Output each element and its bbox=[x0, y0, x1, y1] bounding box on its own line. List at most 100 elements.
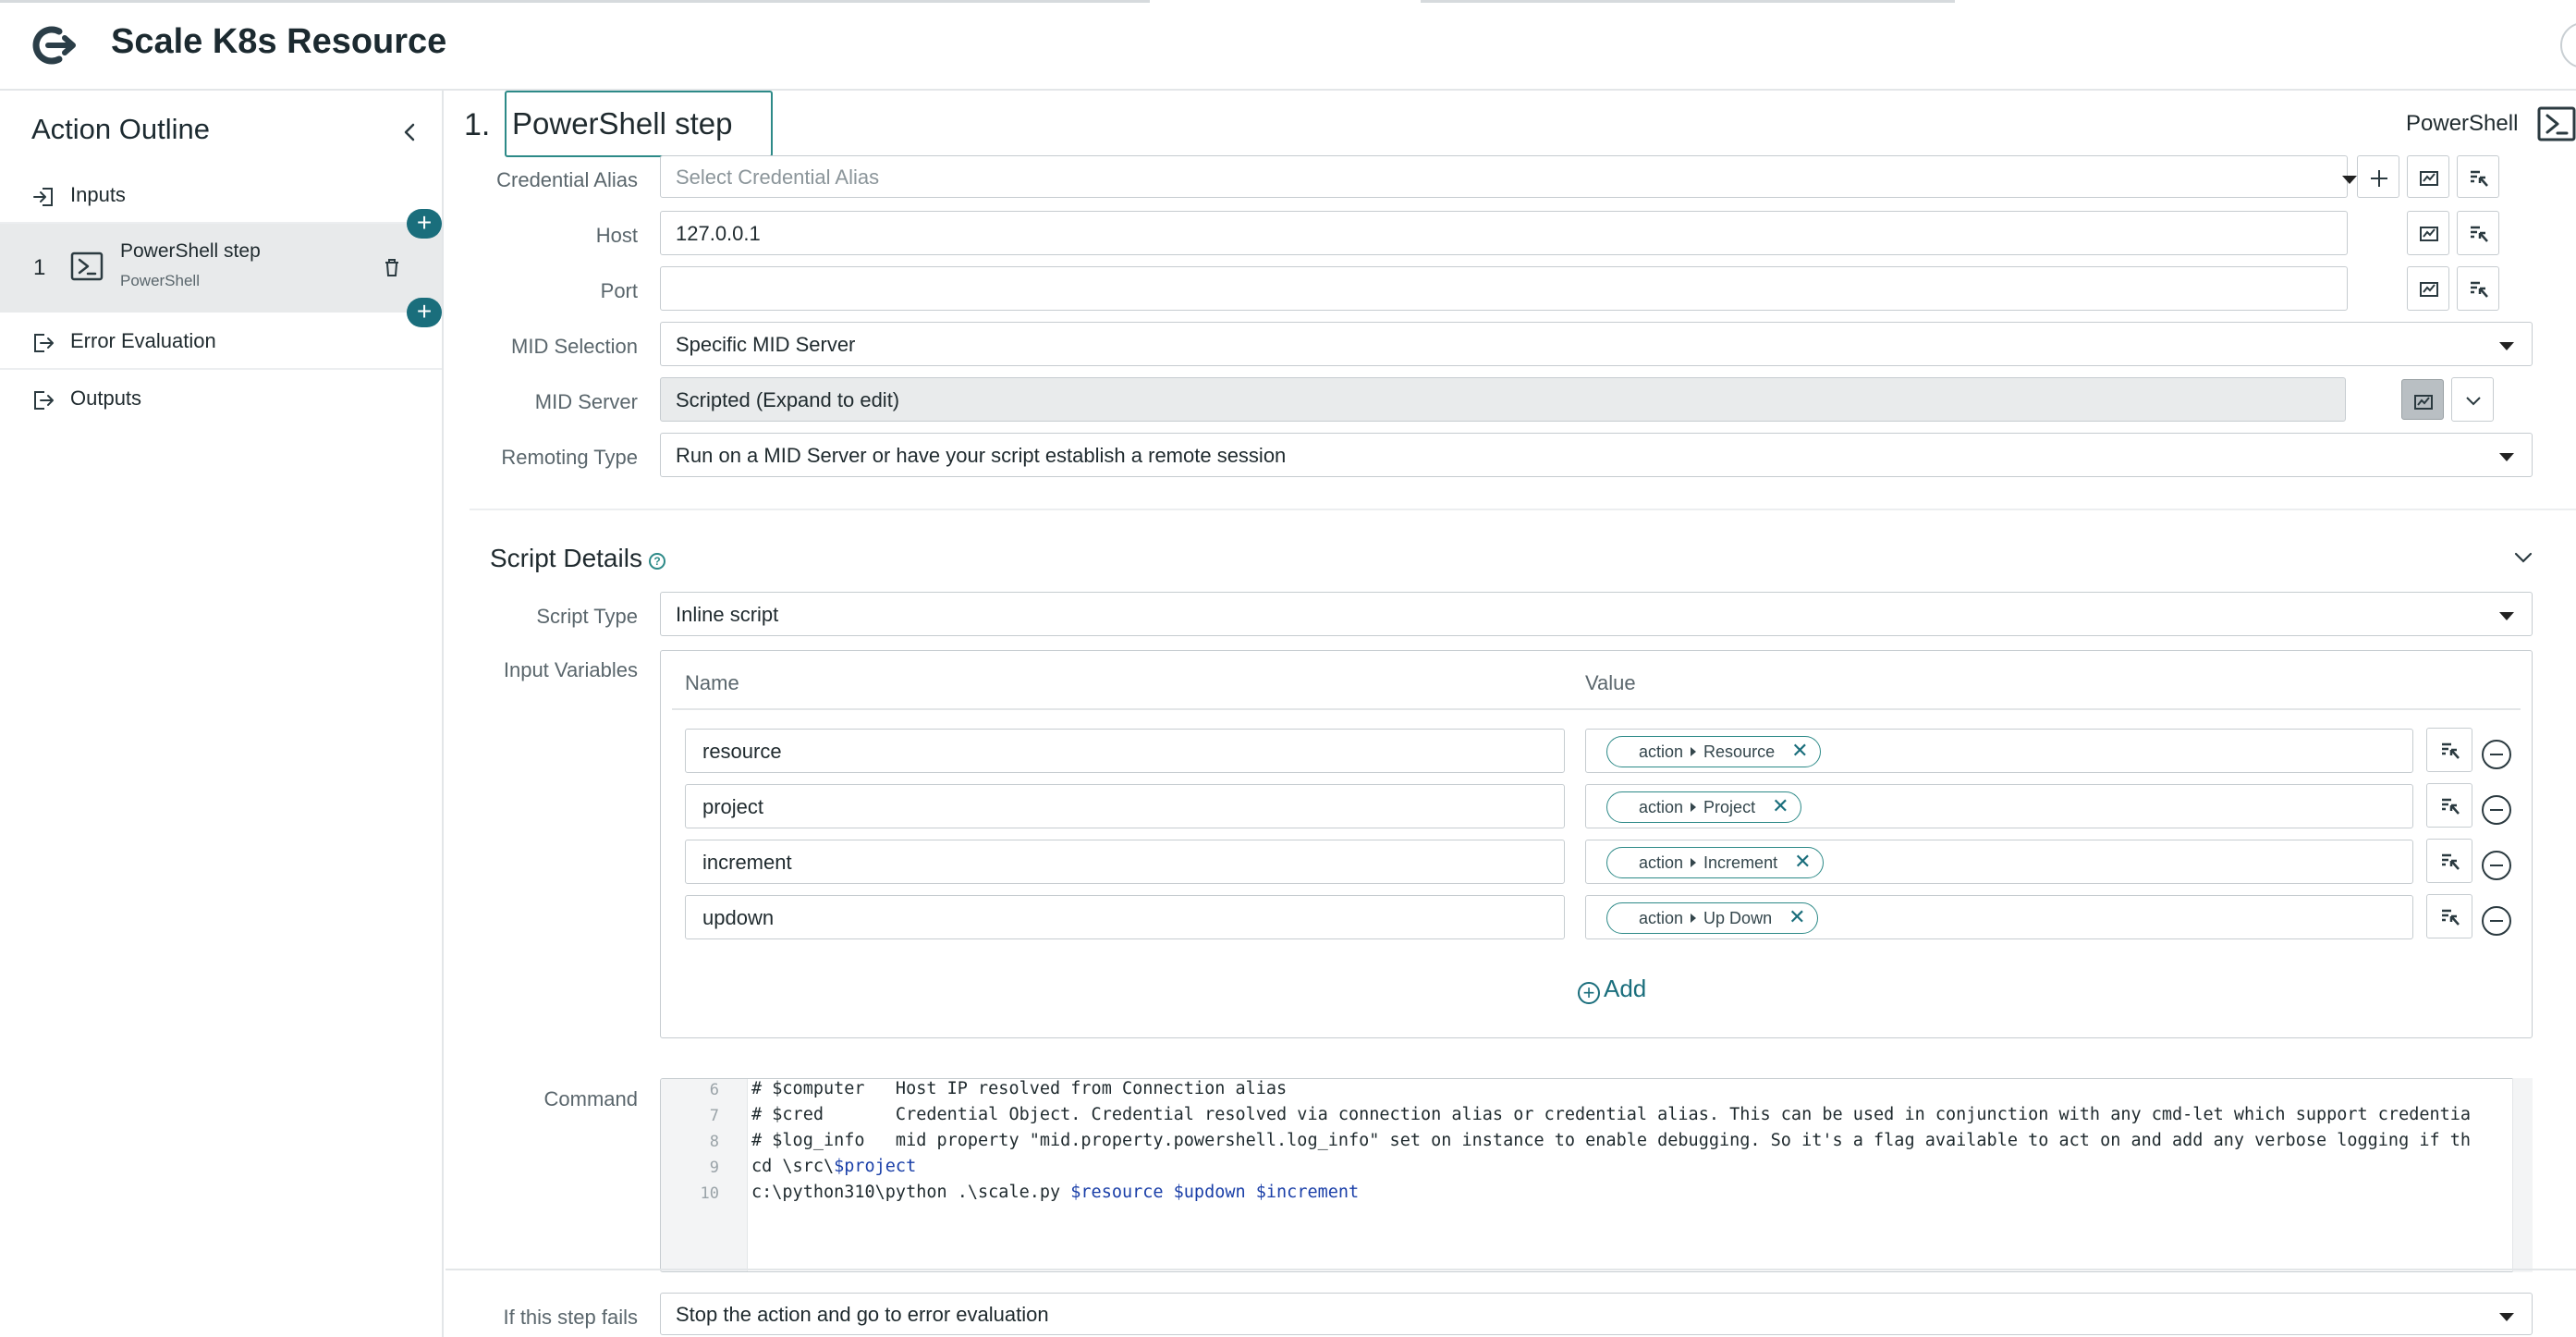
pill-field: Resource bbox=[1703, 742, 1776, 761]
remoting-type-select[interactable]: Run on a MID Server or have your script … bbox=[660, 433, 2533, 477]
pill-source: action bbox=[1639, 798, 1684, 816]
divider bbox=[470, 509, 2576, 510]
plus-icon bbox=[2371, 170, 2387, 187]
divider bbox=[672, 708, 2521, 710]
command-editor[interactable]: 6 7 8 9 10 # $computer Host IP resolved … bbox=[660, 1078, 2533, 1272]
variable-name-input[interactable]: project bbox=[685, 784, 1565, 828]
remove-variable-button[interactable] bbox=[2482, 740, 2511, 769]
collapse-chevron-icon[interactable] bbox=[396, 118, 423, 146]
remove-variable-button[interactable] bbox=[2482, 851, 2511, 880]
data-pill[interactable]: action Increment ✕ bbox=[1606, 847, 1824, 878]
add-credential-button[interactable] bbox=[2357, 155, 2399, 198]
step-name-input[interactable] bbox=[505, 91, 773, 157]
variable-name-input[interactable]: updown bbox=[685, 895, 1565, 939]
remoting-type-label: Remoting Type bbox=[501, 446, 638, 469]
code-line: c:\python310\python .\scale.py $resource… bbox=[751, 1183, 1359, 1202]
host-input[interactable]: 127.0.0.1 bbox=[660, 211, 2348, 255]
sidebar-heading: Action Outline bbox=[31, 113, 210, 145]
script-toggle-button-active[interactable] bbox=[2401, 379, 2444, 420]
data-pill-picker-button[interactable] bbox=[2457, 155, 2499, 198]
pill-source: action bbox=[1639, 742, 1684, 761]
code-variable: $resource $updown $increment bbox=[1070, 1183, 1360, 1202]
data-pill[interactable]: action Resource ✕ bbox=[1606, 736, 1821, 767]
data-pill-picker-button[interactable] bbox=[2426, 894, 2472, 938]
script-icon bbox=[2420, 227, 2438, 241]
loading-bar-segment bbox=[0, 0, 1150, 3]
trash-icon[interactable] bbox=[383, 257, 401, 277]
caret-right-icon bbox=[1691, 747, 1697, 756]
sidebar-item-label: Error Evaluation bbox=[70, 329, 216, 352]
plus-circle-icon: + bbox=[1578, 982, 1600, 1004]
code-variable: $project bbox=[834, 1157, 917, 1176]
code-line: cd \src\$project bbox=[751, 1157, 916, 1176]
chevron-down-icon bbox=[2342, 176, 2357, 184]
powershell-icon bbox=[70, 251, 104, 281]
close-icon[interactable]: ✕ bbox=[1791, 741, 1808, 761]
data-pill-picker-button[interactable] bbox=[2426, 839, 2472, 883]
input-variables-table: Name Value resource action Resource ✕ proj… bbox=[660, 650, 2533, 1038]
data-picker-icon bbox=[2471, 226, 2488, 242]
data-pill-picker-button[interactable] bbox=[2426, 783, 2472, 828]
close-icon[interactable]: ✕ bbox=[1794, 852, 1811, 872]
sidebar-item-inputs[interactable]: Inputs bbox=[0, 168, 442, 224]
back-logo-icon[interactable] bbox=[31, 26, 76, 65]
script-toggle-button[interactable] bbox=[2407, 266, 2449, 311]
remove-variable-button[interactable] bbox=[2482, 906, 2511, 936]
input-variables-label: Input Variables bbox=[503, 658, 638, 681]
script-type-select[interactable]: Inline script bbox=[660, 592, 2533, 636]
loading-bar-segment bbox=[1421, 0, 1955, 3]
page-title: Scale K8s Resource bbox=[111, 22, 447, 61]
port-input[interactable] bbox=[660, 266, 2348, 311]
data-pill-picker-button[interactable] bbox=[2457, 266, 2499, 311]
data-pill-picker-button[interactable] bbox=[2457, 211, 2499, 255]
data-picker-icon bbox=[2442, 742, 2460, 759]
code-text: cd \src\ bbox=[751, 1157, 835, 1176]
add-step-above-button[interactable]: + bbox=[407, 209, 442, 239]
variable-value-field[interactable]: action Increment ✕ bbox=[1585, 840, 2413, 884]
editor-scrollbar[interactable] bbox=[2512, 1078, 2533, 1272]
pill-source: action bbox=[1639, 909, 1684, 927]
column-header-value: Value bbox=[1585, 671, 1636, 694]
data-pill[interactable]: action Up Down ✕ bbox=[1606, 902, 1818, 934]
mid-selection-label: MID Selection bbox=[511, 335, 638, 358]
close-icon[interactable]: ✕ bbox=[1772, 796, 1789, 816]
expand-script-button[interactable] bbox=[2451, 377, 2494, 422]
sidebar-item-label: Outputs bbox=[70, 386, 142, 410]
mid-server-label: MID Server bbox=[534, 390, 638, 413]
code-line: # $log_info mid property "mid.property.p… bbox=[751, 1131, 2472, 1150]
mid-selection-select[interactable]: Specific MID Server bbox=[660, 322, 2533, 366]
variable-name-input[interactable]: resource bbox=[685, 729, 1565, 773]
chevron-down-icon bbox=[2499, 342, 2514, 350]
data-pill-picker-button[interactable] bbox=[2426, 728, 2472, 772]
script-toggle-button[interactable] bbox=[2407, 155, 2449, 198]
variable-value-field[interactable]: action Up Down ✕ bbox=[1585, 895, 2413, 939]
script-icon bbox=[2414, 395, 2433, 410]
sidebar-item-error-evaluation[interactable]: Error Evaluation bbox=[0, 314, 442, 370]
line-number: 10 bbox=[700, 1184, 719, 1203]
mid-server-field[interactable]: Scripted (Expand to edit) bbox=[660, 377, 2346, 422]
data-pill[interactable]: action Project ✕ bbox=[1606, 791, 1801, 823]
step-type-label: PowerShell bbox=[2406, 111, 2519, 136]
add-variable-button[interactable]: + Add bbox=[1578, 975, 1646, 1004]
variable-value-field[interactable]: action Resource ✕ bbox=[1585, 729, 2413, 773]
variable-value-field[interactable]: action Project ✕ bbox=[1585, 784, 2413, 828]
on-failure-select[interactable]: Stop the action and go to error evaluati… bbox=[660, 1293, 2533, 1335]
output-arrow-icon bbox=[34, 391, 54, 410]
step-name: PowerShell step bbox=[120, 240, 261, 262]
credential-alias-select[interactable]: Select Credential Alias bbox=[660, 155, 2348, 198]
help-icon[interactable]: ? bbox=[649, 553, 665, 570]
script-icon bbox=[2420, 171, 2438, 186]
pill-field: Increment bbox=[1703, 853, 1778, 872]
collapse-chevron-icon[interactable] bbox=[2512, 549, 2534, 566]
credential-alias-label: Credential Alias bbox=[496, 168, 638, 191]
caret-right-icon bbox=[1691, 914, 1697, 923]
remove-variable-button[interactable] bbox=[2482, 795, 2511, 825]
sidebar-item-powershell-step[interactable]: 1 PowerShell step PowerShell bbox=[0, 224, 442, 313]
sidebar-item-outputs[interactable]: Outputs bbox=[0, 372, 442, 427]
close-icon[interactable]: ✕ bbox=[1789, 907, 1805, 927]
avatar[interactable] bbox=[2560, 22, 2576, 68]
variable-name-input[interactable]: increment bbox=[685, 840, 1565, 884]
step-number: 1. bbox=[464, 107, 491, 142]
script-toggle-button[interactable] bbox=[2407, 211, 2449, 255]
line-number: 9 bbox=[709, 1159, 719, 1177]
